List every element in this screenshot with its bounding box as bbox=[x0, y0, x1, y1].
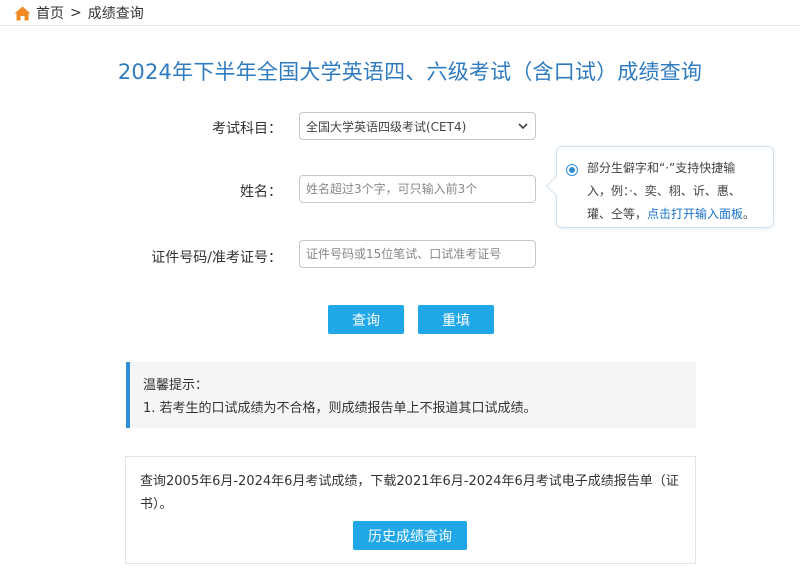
home-icon[interactable] bbox=[14, 6, 31, 21]
id-number-input[interactable] bbox=[299, 240, 536, 268]
subject-select[interactable]: 全国大学英语四级考试(CET4) bbox=[299, 112, 536, 140]
header-divider bbox=[0, 25, 800, 26]
tip-line-1: 部分生僻字和“·”支持快捷输 bbox=[587, 161, 736, 175]
subject-label: 考试科目： bbox=[212, 121, 282, 137]
notice-box: 温馨提示： 1. 若考生的口试成绩为不合格，则成绩报告单上不报道其口试成绩。 bbox=[126, 362, 696, 428]
query-button[interactable]: 查询 bbox=[328, 305, 404, 334]
chevron-down-icon bbox=[518, 123, 528, 130]
open-input-panel-link[interactable]: 点击打开输入面板 bbox=[647, 207, 743, 221]
name-label: 姓名： bbox=[240, 184, 282, 200]
notice-title: 温馨提示： bbox=[143, 378, 209, 393]
history-text-line-1: 查询2005年6月-2024年6月考试成绩，下载2021年6月-2024年6月考… bbox=[140, 474, 679, 489]
reset-button[interactable]: 重填 bbox=[418, 305, 494, 334]
input-tip-popover: 部分生僻字和“·”支持快捷输 入，例：·、奕、栩、䜣、惠、 瓘、仝等，点击打开输… bbox=[546, 146, 774, 228]
id-label: 证件号码/准考证号： bbox=[151, 250, 282, 266]
tip-line-3-text: 瓘、仝等， bbox=[587, 207, 648, 221]
popover-arrow bbox=[546, 176, 566, 196]
info-radio-icon bbox=[566, 164, 578, 176]
name-input[interactable] bbox=[299, 175, 536, 203]
page-title: 2024年下半年全国大学英语四、六级考试（含口试）成绩查询 bbox=[117, 60, 703, 84]
history-query-button[interactable]: 历史成绩查询 bbox=[353, 521, 467, 550]
history-text-line-2: 书）。 bbox=[140, 497, 173, 512]
tip-line-3: 瓘、仝等，点击打开输入面板。 bbox=[587, 203, 763, 226]
tip-line-3-end: 。 bbox=[743, 207, 756, 221]
subject-select-value: 全国大学英语四级考试(CET4) bbox=[306, 119, 467, 134]
breadcrumb-current: 成绩查询 bbox=[87, 6, 144, 22]
notice-item-1: 1. 若考生的口试成绩为不合格，则成绩报告单上不报道其口试成绩。 bbox=[143, 401, 537, 416]
breadcrumb-separator: > bbox=[70, 5, 82, 21]
breadcrumb-home-link[interactable]: 首页 bbox=[36, 3, 64, 23]
breadcrumb: 首页 > 成绩查询 bbox=[14, 3, 144, 23]
tip-line-2: 入，例：·、奕、栩、䜣、惠、 bbox=[587, 184, 741, 198]
